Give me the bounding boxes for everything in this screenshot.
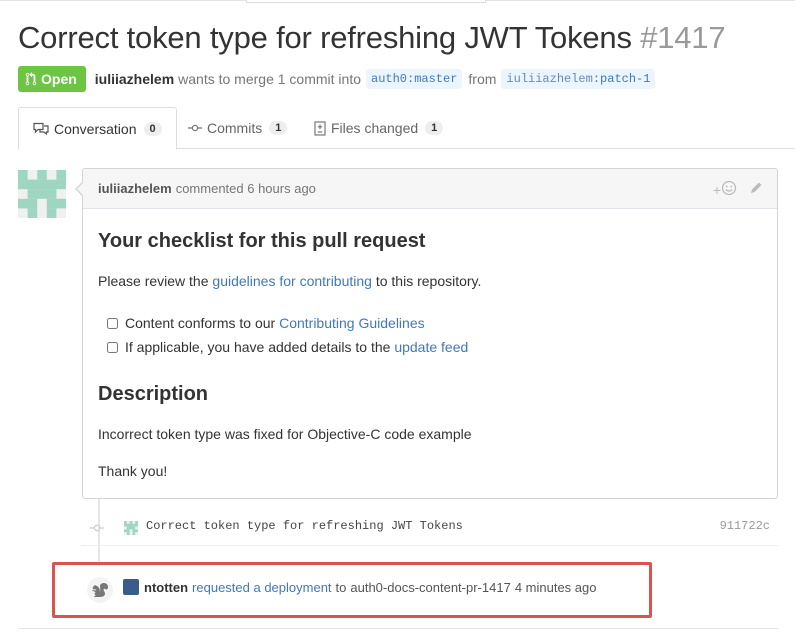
comment-discussion-icon [33,122,49,136]
checklist-item-text: If applicable, you have added details to… [125,339,391,355]
review-pre: Please review the [98,273,209,289]
git-pull-request-icon [25,72,37,86]
update-feed-link[interactable]: update feed [394,339,468,355]
identicon [18,170,66,218]
description-text: Incorrect token type was fixed for Objec… [98,426,472,442]
timeline-divider [18,628,778,629]
header-tab-edge [246,0,486,3]
deployment-to-text: to [335,579,347,595]
tab-files-changed-label: Files changed [331,120,419,136]
commit-sha-link[interactable]: 911722c [720,519,770,533]
comment-card: iuliiazhelem commented 6 hours ago + You… [75,168,778,499]
checklist-checkbox[interactable] [107,317,118,329]
tab-commits-count: 1 [269,121,288,135]
tab-commits[interactable]: Commits 1 [188,107,288,149]
commit-item: Correct token type for refreshing JWT To… [82,510,778,546]
checklist-checkbox[interactable] [107,341,118,353]
head-branch-user: iuliiazhelem [506,72,593,86]
checklist-heading: Your checklist for this pull request [98,230,426,252]
tab-files-changed[interactable]: Files changed 1 [314,107,444,149]
page-title: Correct token type for refreshing JWT To… [18,20,726,56]
avatar[interactable] [18,170,66,218]
pr-author-link[interactable]: iuliiazhelem [95,71,174,87]
guidelines-link[interactable]: guidelines for contributing [212,273,372,289]
add-reaction-plus: + [712,181,721,198]
git-commit-icon [90,521,104,536]
merge-text: wants to merge 1 commit into [178,71,361,87]
tab-conversation-label: Conversation [54,120,137,137]
pr-tabs: Conversation 0 Commits 1 Files changed 1 [18,107,795,150]
thanks-text: Thank you! [98,463,168,479]
head-branch-name: :patch-1 [592,72,651,86]
tab-conversation[interactable]: Conversation 0 [18,107,177,150]
checklist-item: Content conforms to our Contributing Gui… [98,311,762,335]
git-commit-icon [188,123,202,133]
review-post: to this repository. [375,273,482,289]
from-text: from [468,71,497,87]
tab-files-changed-count: 1 [425,121,444,135]
tab-commits-label: Commits [207,120,263,136]
pencil-icon[interactable] [749,181,763,198]
diff-icon [314,120,326,136]
pr-title-text: Correct token type for refreshing JWT To… [18,20,632,55]
tab-conversation-count: 0 [143,121,162,136]
state-label: Open [41,71,77,87]
deployment-user-link[interactable]: ntotten [144,580,188,595]
description-heading: Description [98,383,209,405]
comment-author-link[interactable]: iuliiazhelem [98,181,172,196]
smiley-icon [721,180,737,199]
requested-deployment-link[interactable]: requested a deployment [192,580,331,595]
base-branch[interactable]: auth0:master [366,69,463,89]
deployment-time[interactable]: 4 minutes ago [515,580,597,595]
comment-body: Your checklist for this pull request Ple… [83,209,777,498]
comment-actions: + [713,180,763,199]
add-reaction-button[interactable]: + [713,180,737,199]
commit-message-link[interactable]: Correct token type for refreshing JWT To… [146,519,463,533]
checklist-item: If applicable, you have added details to… [98,335,762,359]
review-paragraph: Please review the guidelines for contrib… [98,271,762,291]
contributing-guidelines-link[interactable]: Contributing Guidelines [279,315,425,331]
commit-author-avatar[interactable] [124,521,138,535]
comment-header: iuliiazhelem commented 6 hours ago + [83,169,777,209]
checklist: Content conforms to our Contributing Gui… [98,311,762,359]
user-avatar[interactable] [123,579,139,595]
deployment-event-highlight: ntotten requested a deployment to auth0-… [52,562,652,618]
deployment-environment: auth0-docs-content-pr-1417 [350,579,511,595]
state-badge: Open [18,66,86,92]
squirrel-icon [87,577,113,603]
checklist-item-text: Content conforms to our [125,315,276,331]
deployment-text: ntotten requested a deployment to auth0-… [123,579,596,595]
pr-number: #1417 [640,20,726,55]
head-branch[interactable]: iuliiazhelem:patch-1 [501,69,656,89]
comment-time[interactable]: commented 6 hours ago [176,181,316,196]
pr-meta: Open iuliiazhelem wants to merge 1 commi… [18,66,661,92]
